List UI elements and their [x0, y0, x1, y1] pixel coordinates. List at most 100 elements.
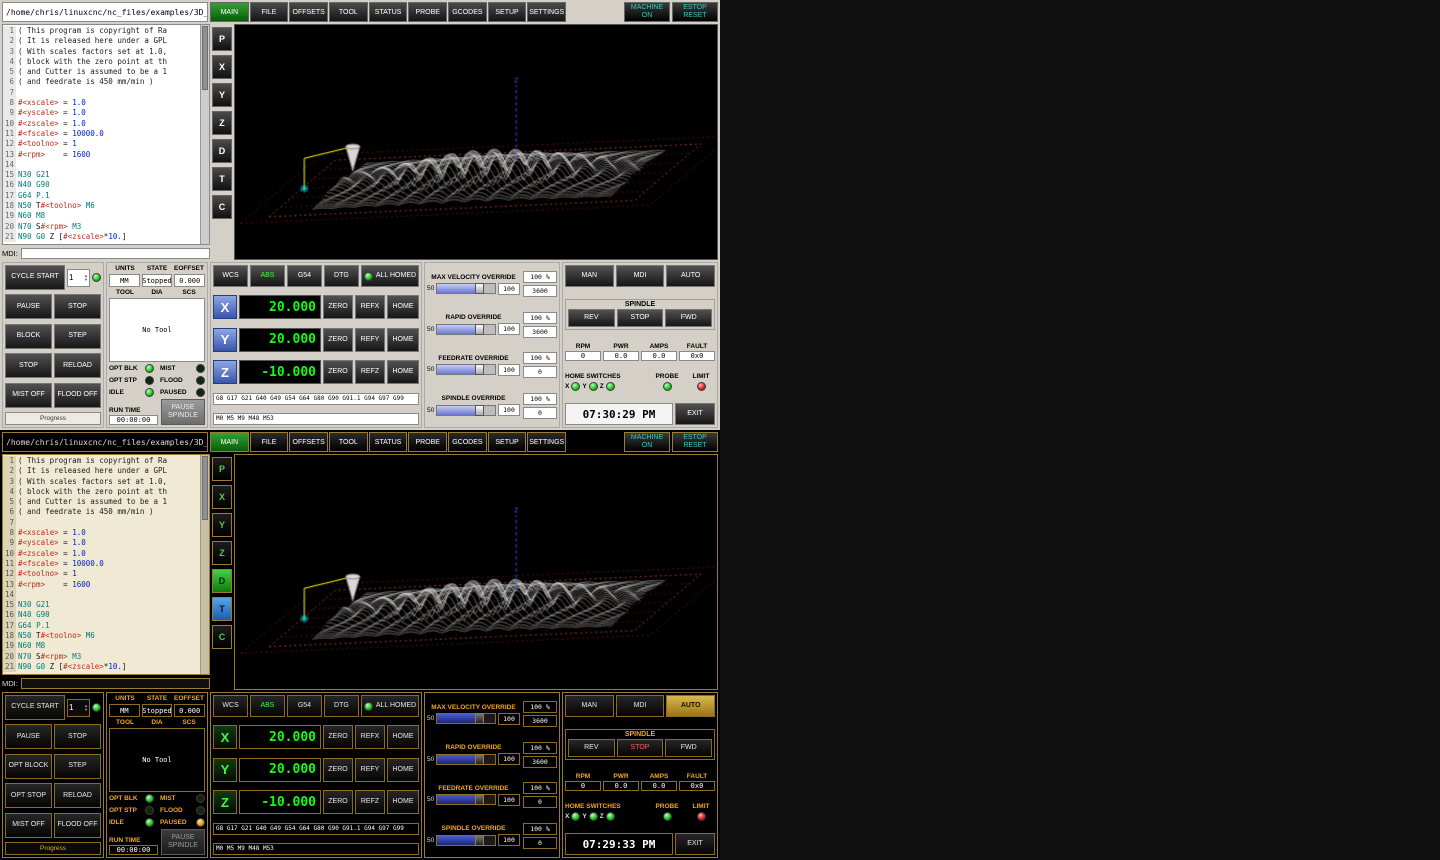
exit-button[interactable]: EXIT: [675, 833, 715, 855]
scrollbar-thumb[interactable]: [202, 456, 208, 520]
view-perspective-button[interactable]: P: [212, 27, 232, 51]
refx-button[interactable]: REFX: [355, 295, 385, 319]
file-path[interactable]: /home/chris/linuxcnc/nc_files/examples/3…: [2, 2, 208, 22]
menu-gcodes[interactable]: GCODES: [448, 432, 487, 452]
view-perspective-button[interactable]: P: [212, 457, 232, 481]
spinner-arrows[interactable]: ▲▼: [84, 704, 88, 712]
opt-stop-button[interactable]: STOP: [5, 353, 52, 378]
menu-status[interactable]: STATUS: [369, 2, 408, 22]
cycle-count-spinner[interactable]: 1 ▲▼: [67, 699, 90, 717]
feedrate-slider[interactable]: [436, 364, 496, 375]
wcs-button[interactable]: WCS: [213, 695, 248, 717]
opt-stop-button[interactable]: OPT STOP: [5, 783, 52, 808]
menu-settings[interactable]: SETTINGS: [527, 432, 566, 452]
toolpath-preview-canvas[interactable]: [235, 25, 717, 259]
menu-tool[interactable]: TOOL: [329, 2, 368, 22]
axis-z-button[interactable]: Z: [213, 790, 237, 814]
dtg-button[interactable]: DTG: [324, 695, 359, 717]
menu-offsets[interactable]: OFFSETS: [289, 432, 328, 452]
g54-button[interactable]: G54: [287, 695, 322, 717]
spindle-slider[interactable]: [436, 405, 496, 416]
refy-button[interactable]: REFY: [355, 758, 385, 782]
view-toolpath-button[interactable]: T: [212, 597, 232, 621]
all-homed-button[interactable]: ALL HOMED: [361, 695, 419, 717]
spindle-slider-handle[interactable]: [475, 835, 484, 846]
all-homed-button[interactable]: ALL HOMED: [361, 265, 419, 287]
mode-mdi-button[interactable]: MDI: [616, 265, 665, 287]
feedrate-slider-handle[interactable]: [475, 794, 484, 805]
mode-auto-button[interactable]: AUTO: [666, 265, 715, 287]
view-y-button[interactable]: Y: [212, 513, 232, 537]
mode-auto-button[interactable]: AUTO: [666, 695, 715, 717]
spinner-arrows[interactable]: ▲▼: [84, 274, 88, 282]
editor-scrollbar[interactable]: [200, 25, 209, 244]
menu-settings[interactable]: SETTINGS: [527, 2, 566, 22]
view-clear-button[interactable]: C: [212, 195, 232, 219]
home-x-button[interactable]: HOME: [387, 295, 419, 319]
axis-x-button[interactable]: X: [213, 295, 237, 319]
view-toolpath-button[interactable]: T: [212, 167, 232, 191]
menu-gcodes[interactable]: GCODES: [448, 2, 487, 22]
spinner-down-icon[interactable]: ▼: [84, 708, 88, 712]
home-x-button[interactable]: HOME: [387, 725, 419, 749]
dtg-button[interactable]: DTG: [324, 265, 359, 287]
spindle-rev-button[interactable]: REV: [568, 309, 615, 327]
spinner-down-icon[interactable]: ▼: [84, 278, 88, 282]
menu-setup[interactable]: SETUP: [488, 432, 527, 452]
editor-scrollbar[interactable]: [200, 455, 209, 674]
view-dimensions-button[interactable]: D: [212, 139, 232, 163]
pause-spindle-button[interactable]: PAUSE SPINDLE: [161, 399, 205, 425]
opt-block-button[interactable]: OPT BLOCK: [5, 754, 52, 779]
spindle-stop-button[interactable]: STOP: [617, 739, 664, 757]
refx-button[interactable]: REFX: [355, 725, 385, 749]
view-clear-button[interactable]: C: [212, 625, 232, 649]
mdi-input[interactable]: [21, 248, 210, 259]
home-y-button[interactable]: HOME: [387, 758, 419, 782]
reload-button[interactable]: RELOAD: [54, 783, 101, 808]
toolpath-preview-canvas[interactable]: [235, 455, 717, 689]
gcode-editor[interactable]: 1( This program is copyright of Ra2( It …: [2, 24, 210, 245]
file-path[interactable]: /home/chris/linuxcnc/nc_files/examples/3…: [2, 432, 208, 452]
mist-off-button[interactable]: MIST OFF: [5, 383, 52, 408]
home-z-button[interactable]: HOME: [387, 360, 419, 384]
zero-x-button[interactable]: ZERO: [323, 295, 353, 319]
reload-button[interactable]: RELOAD: [54, 353, 101, 378]
g54-button[interactable]: G54: [287, 265, 322, 287]
stop-button[interactable]: STOP: [54, 724, 101, 749]
abs-button[interactable]: ABS: [250, 265, 285, 287]
axis-y-button[interactable]: Y: [213, 328, 237, 352]
view-z-button[interactable]: Z: [212, 111, 232, 135]
gcode-editor[interactable]: 1( This program is copyright of Ra2( It …: [2, 454, 210, 675]
axis-y-button[interactable]: Y: [213, 758, 237, 782]
view-z-button[interactable]: Z: [212, 541, 232, 565]
menu-main[interactable]: MAIN: [210, 432, 249, 452]
menu-setup[interactable]: SETUP: [488, 2, 527, 22]
estop-reset-button[interactable]: ESTOP RESET: [672, 2, 718, 22]
spindle-fwd-button[interactable]: FWD: [665, 739, 712, 757]
cycle-start-button[interactable]: CYCLE START: [5, 695, 65, 720]
menu-offsets[interactable]: OFFSETS: [289, 2, 328, 22]
wcs-button[interactable]: WCS: [213, 265, 248, 287]
mode-man-button[interactable]: MAN: [565, 695, 614, 717]
machine-on-button[interactable]: MACHINE ON: [624, 2, 670, 22]
menu-probe[interactable]: PROBE: [408, 2, 447, 22]
home-z-button[interactable]: HOME: [387, 790, 419, 814]
3d-preview[interactable]: [234, 454, 718, 690]
opt-block-button[interactable]: BLOCK: [5, 324, 52, 349]
zero-y-button[interactable]: ZERO: [323, 758, 353, 782]
spindle-rev-button[interactable]: REV: [568, 739, 615, 757]
cycle-count-spinner[interactable]: 1 ▲▼: [67, 269, 90, 287]
menu-file[interactable]: FILE: [250, 432, 289, 452]
exit-button[interactable]: EXIT: [675, 403, 715, 425]
mist-off-button[interactable]: MIST OFF: [5, 813, 52, 838]
step-button[interactable]: STEP: [54, 324, 101, 349]
feedrate-slider[interactable]: [436, 794, 496, 805]
home-y-button[interactable]: HOME: [387, 328, 419, 352]
max-velocity-slider-handle[interactable]: [475, 283, 484, 294]
rapid-slider[interactable]: [436, 754, 496, 765]
view-x-button[interactable]: X: [212, 485, 232, 509]
step-button[interactable]: STEP: [54, 754, 101, 779]
zero-z-button[interactable]: ZERO: [323, 790, 353, 814]
pause-spindle-button[interactable]: PAUSE SPINDLE: [161, 829, 205, 855]
refy-button[interactable]: REFY: [355, 328, 385, 352]
